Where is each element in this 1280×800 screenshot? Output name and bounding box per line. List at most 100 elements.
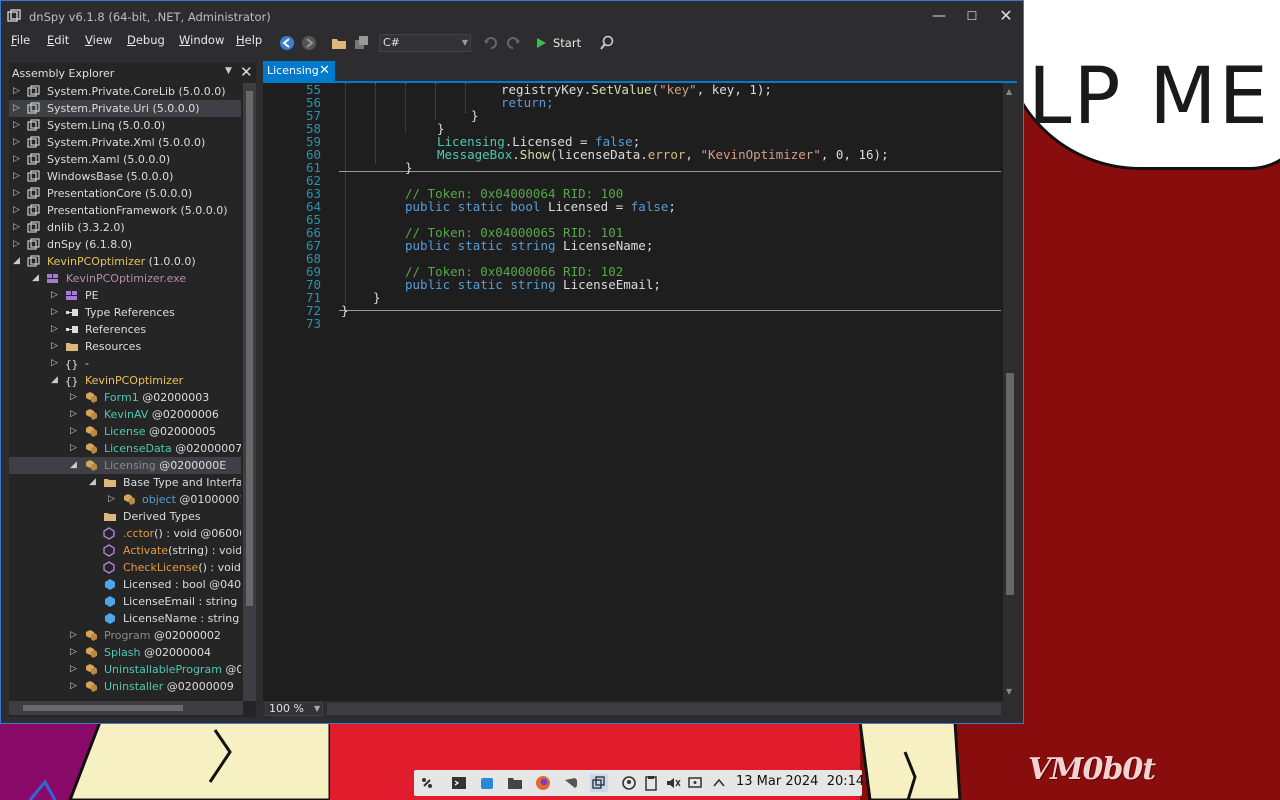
- tree-node[interactable]: ▷ System.Private.Uri (5.0.0.0): [9, 100, 241, 117]
- language-select[interactable]: C# ▼: [379, 34, 471, 52]
- menu-file[interactable]: File: [11, 33, 30, 47]
- collapsed-arrow-icon[interactable]: ▷: [108, 491, 118, 508]
- assembly-tree[interactable]: ▷ System.Private.CoreLib (5.0.0.0) ▷ System…: [9, 83, 241, 701]
- menu-window[interactable]: Window: [179, 33, 224, 47]
- tree-node[interactable]: LicenseName : string @04000065: [9, 610, 241, 627]
- menu-help[interactable]: Help: [236, 33, 262, 47]
- firefox-icon[interactable]: [534, 774, 552, 792]
- chevron-up-icon[interactable]: [710, 774, 728, 792]
- minimize-button[interactable]: —: [923, 5, 955, 27]
- menu-debug[interactable]: Debug: [127, 33, 165, 47]
- scrollbar-thumb[interactable]: [23, 705, 183, 711]
- expanded-arrow-icon[interactable]: ◢: [51, 372, 61, 389]
- tree-node[interactable]: ◢ KevinPCOptimizer (1.0.0.0): [9, 253, 241, 270]
- tree-node[interactable]: CheckLicense() : void @06000056: [9, 559, 241, 576]
- tree-node[interactable]: ◢ Base Type and Interfaces: [9, 474, 241, 491]
- tree-node[interactable]: ▷ License @02000005: [9, 423, 241, 440]
- tree-node[interactable]: ▷ Form1 @02000003: [9, 389, 241, 406]
- tree-node[interactable]: ▷ PresentationFramework (5.0.0.0): [9, 202, 241, 219]
- tree-node[interactable]: ◢ Licensing @0200000E: [9, 457, 241, 474]
- tree-node[interactable]: ▷ Uninstaller @02000009: [9, 678, 241, 695]
- collapsed-arrow-icon[interactable]: ▷: [70, 423, 80, 440]
- chevron-down-icon[interactable]: ▼: [225, 66, 232, 76]
- editor-horizontal-scrollbar[interactable]: [327, 703, 1001, 715]
- tree-node[interactable]: ▷ Resources: [9, 338, 241, 355]
- taskbar-clock[interactable]: 13 Mar 2024 20:14: [736, 774, 864, 789]
- collapsed-arrow-icon[interactable]: ▷: [51, 321, 61, 338]
- tree-node[interactable]: ▷ System.Xaml (5.0.0.0): [9, 151, 241, 168]
- tree-node[interactable]: ▷ dnSpy (6.1.8.0): [9, 236, 241, 253]
- collapsed-arrow-icon[interactable]: ▷: [13, 168, 23, 185]
- dnspy-taskbar-icon[interactable]: [590, 774, 608, 792]
- tab-licensing[interactable]: Licensing ✕: [263, 61, 335, 81]
- collapsed-arrow-icon[interactable]: ▷: [13, 236, 23, 253]
- file-manager-icon[interactable]: [506, 774, 524, 792]
- tree-node[interactable]: ▷ WindowsBase (5.0.0.0): [9, 168, 241, 185]
- collapsed-arrow-icon[interactable]: ▷: [51, 338, 61, 355]
- vscode-icon[interactable]: [562, 774, 580, 792]
- expanded-arrow-icon[interactable]: ◢: [32, 270, 42, 287]
- tree-node[interactable]: ▷ System.Linq (5.0.0.0): [9, 117, 241, 134]
- tree-node[interactable]: LicenseEmail : string @04000066: [9, 593, 241, 610]
- terminal-icon[interactable]: [450, 774, 468, 792]
- tree-node[interactable]: .cctor() : void @06000059: [9, 525, 241, 542]
- tree-node[interactable]: ▷ Type References: [9, 304, 241, 321]
- open-folder-icon[interactable]: [330, 34, 348, 52]
- tree-node[interactable]: ▷ KevinAV @02000006: [9, 406, 241, 423]
- code-text[interactable]: registryKey.SetValue("key", key, 1); ret…: [339, 83, 1003, 701]
- tree-node[interactable]: ▷ System.Private.CoreLib (5.0.0.0): [9, 83, 241, 100]
- save-all-icon[interactable]: [352, 34, 370, 52]
- close-icon[interactable]: ✕: [319, 61, 330, 81]
- code-editor[interactable]: 55 56 57 58 59 60 61 62 63 64 65 66 67 68 69 70 71 72 73 r…: [263, 83, 1017, 701]
- speaker-muted-icon[interactable]: [664, 774, 682, 792]
- close-window-button[interactable]: ✕: [990, 5, 1022, 27]
- tree-node[interactable]: ▷ Program @02000002: [9, 627, 241, 644]
- tree-node[interactable]: Licensed : bool @04000064: [9, 576, 241, 593]
- title-bar[interactable]: dnSpy v6.1.8 (64-bit, .NET, Administrato…: [1, 1, 1023, 31]
- tree-node[interactable]: ▷ System.Private.Xml (5.0.0.0): [9, 134, 241, 151]
- collapsed-arrow-icon[interactable]: ▷: [13, 185, 23, 202]
- vpn-icon[interactable]: [620, 774, 638, 792]
- tree-node[interactable]: ▷ PE: [9, 287, 241, 304]
- navigate-forward-icon[interactable]: [300, 34, 318, 52]
- collapsed-arrow-icon[interactable]: ▷: [70, 389, 80, 406]
- collapsed-arrow-icon[interactable]: ▷: [70, 406, 80, 423]
- scrollbar-thumb[interactable]: [246, 91, 253, 606]
- store-icon[interactable]: [478, 774, 496, 792]
- redo-icon[interactable]: [504, 34, 522, 52]
- tree-node[interactable]: ▷ LicenseData @02000007: [9, 440, 241, 457]
- navigate-back-icon[interactable]: [278, 34, 296, 52]
- collapsed-arrow-icon[interactable]: ▷: [70, 661, 80, 678]
- tree-horizontal-scrollbar[interactable]: [9, 701, 243, 715]
- tree-node[interactable]: ▷ {} -: [9, 355, 241, 372]
- collapsed-arrow-icon[interactable]: ▷: [70, 644, 80, 661]
- scrollbar-thumb[interactable]: [1006, 373, 1014, 595]
- start-debugging-button[interactable]: Start: [535, 34, 581, 52]
- tree-node[interactable]: ▷ UninstallableProgram @02000008: [9, 661, 241, 678]
- display-icon[interactable]: [686, 774, 704, 792]
- search-icon[interactable]: [598, 34, 616, 52]
- tree-node[interactable]: Derived Types: [9, 508, 241, 525]
- app-launcher-icon[interactable]: [418, 774, 436, 792]
- tree-node[interactable]: ▷ dnlib (3.3.2.0): [9, 219, 241, 236]
- collapsed-arrow-icon[interactable]: ▷: [51, 304, 61, 321]
- collapsed-arrow-icon[interactable]: ▷: [13, 134, 23, 151]
- maximize-button[interactable]: ☐: [956, 5, 988, 27]
- menu-view[interactable]: View: [85, 33, 112, 47]
- tree-node[interactable]: Activate(string) : void @06000055: [9, 542, 241, 559]
- tree-node[interactable]: ◢ KevinPCOptimizer.exe: [9, 270, 241, 287]
- collapsed-arrow-icon[interactable]: ▷: [70, 627, 80, 644]
- undo-icon[interactable]: [482, 34, 500, 52]
- collapsed-arrow-icon[interactable]: ▷: [13, 219, 23, 236]
- editor-vertical-scrollbar[interactable]: ▲ ▼: [1003, 83, 1017, 701]
- expanded-arrow-icon[interactable]: ◢: [89, 474, 99, 491]
- tree-node[interactable]: ◢ {} KevinPCOptimizer: [9, 372, 241, 389]
- menu-edit[interactable]: Edit: [47, 33, 69, 47]
- collapsed-arrow-icon[interactable]: ▷: [13, 202, 23, 219]
- expanded-arrow-icon[interactable]: ◢: [13, 253, 23, 270]
- tree-node[interactable]: ▷ Splash @02000004: [9, 644, 241, 661]
- collapsed-arrow-icon[interactable]: ▷: [13, 117, 23, 134]
- collapsed-arrow-icon[interactable]: ▷: [51, 287, 61, 304]
- clipboard-icon[interactable]: [642, 774, 660, 792]
- collapsed-arrow-icon[interactable]: ▷: [13, 151, 23, 168]
